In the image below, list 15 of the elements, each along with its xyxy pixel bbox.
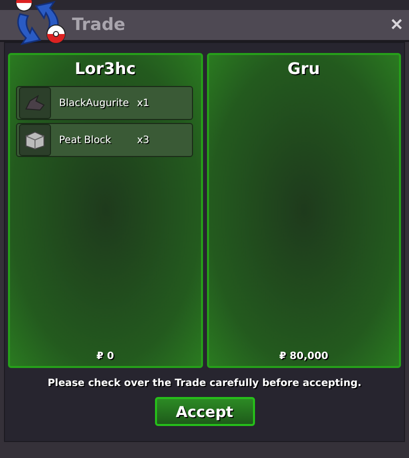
accept-button[interactable]: Accept bbox=[154, 397, 254, 426]
money-amount: ₽ 80,000 bbox=[279, 351, 328, 362]
item-slot[interactable]: BlackAugurite x1 bbox=[16, 86, 193, 120]
close-button[interactable]: ✕ bbox=[388, 15, 405, 35]
window-title: Trade bbox=[72, 15, 126, 35]
rock-icon bbox=[24, 95, 46, 111]
notice-text: Please check over the Trade carefully before accepting. bbox=[48, 378, 362, 389]
item-name: Peat Block bbox=[59, 134, 112, 146]
item-quantity: x3 bbox=[137, 134, 150, 146]
item-quantity: x1 bbox=[137, 98, 150, 108]
money-amount: ₽ 0 bbox=[96, 351, 114, 362]
player-name: Gru bbox=[288, 59, 320, 78]
item-name: BlackAugurite bbox=[59, 98, 129, 108]
player-name: Lor3hc bbox=[74, 59, 136, 78]
item-slot[interactable]: Peat Block x3 bbox=[16, 123, 193, 157]
